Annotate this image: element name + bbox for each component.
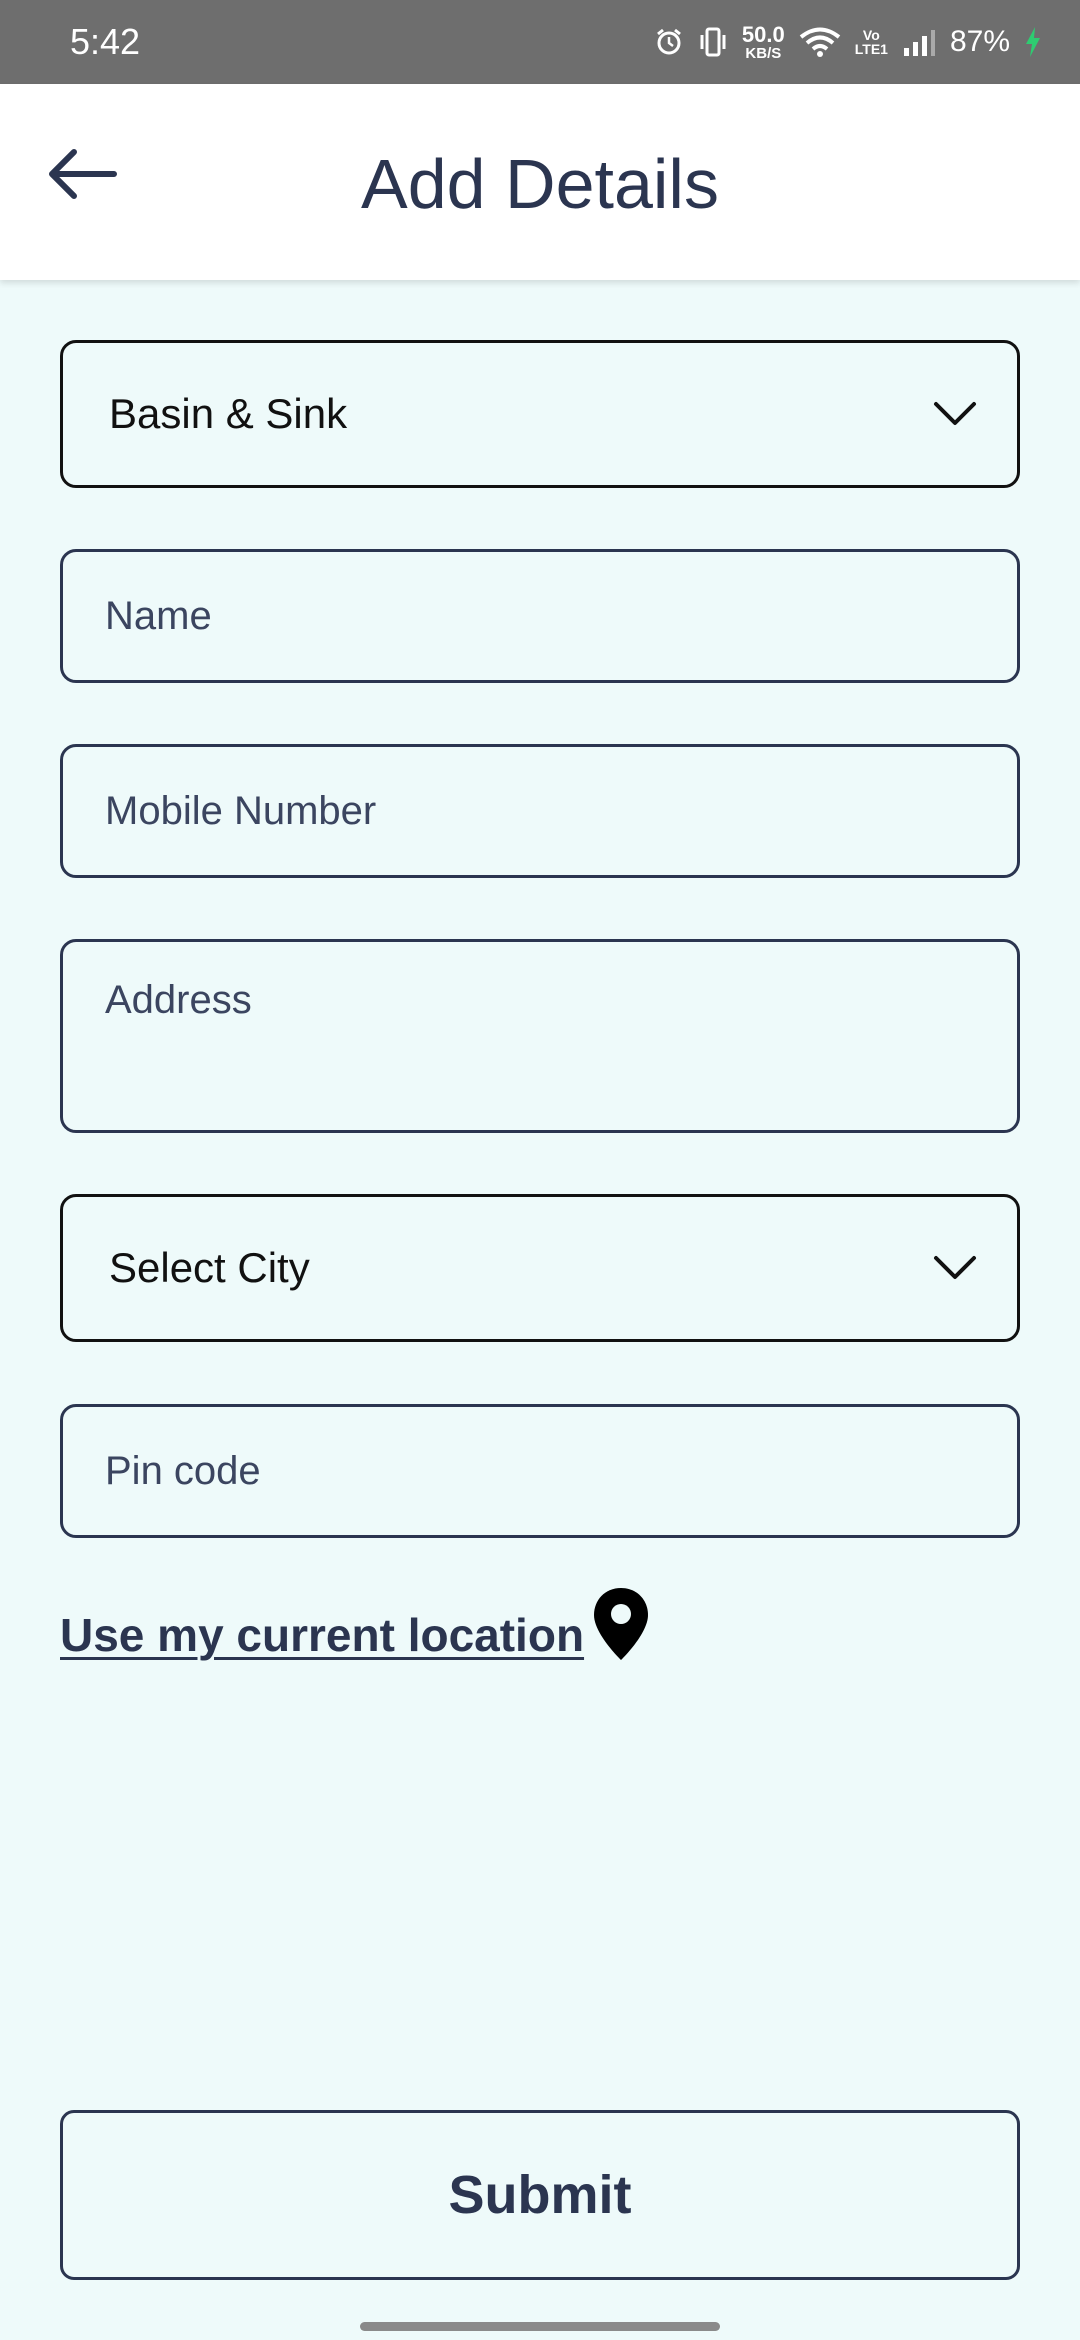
use-current-location-label: Use my current location bbox=[60, 1609, 585, 1661]
volte-indicator: Vo LTE1 bbox=[855, 28, 888, 56]
status-bar: 5:42 50.0 KB/S Vo LTE1 87% bbox=[0, 0, 1080, 84]
volte-top: Vo bbox=[862, 27, 880, 43]
map-pin-icon bbox=[594, 1588, 649, 1660]
submit-button[interactable]: Submit bbox=[60, 2110, 1020, 2280]
chevron-down-icon bbox=[934, 1256, 976, 1279]
wifi-icon bbox=[799, 27, 840, 57]
signal-icon bbox=[903, 30, 935, 56]
home-indicator[interactable] bbox=[360, 2322, 720, 2331]
mobile-field-container bbox=[60, 744, 1020, 878]
pincode-field-container bbox=[60, 1404, 1020, 1538]
status-time: 5:42 bbox=[70, 21, 141, 62]
network-speed-unit: KB/S bbox=[745, 44, 782, 62]
volte-bottom: LTE1 bbox=[854, 41, 888, 57]
name-field-container bbox=[60, 549, 1020, 683]
category-select[interactable]: Basin & Sink bbox=[60, 340, 1020, 488]
city-select-value: Select City bbox=[109, 1244, 310, 1291]
page-title: Add Details bbox=[361, 145, 719, 223]
battery-percent: 87% bbox=[949, 25, 1010, 58]
name-input[interactable] bbox=[63, 552, 1017, 680]
app-bar: Add Details bbox=[0, 84, 1080, 280]
address-input[interactable] bbox=[63, 942, 1017, 1130]
status-icons: 50.0 KB/S Vo LTE1 87% bbox=[654, 18, 1042, 66]
pincode-input[interactable] bbox=[63, 1407, 1017, 1535]
add-details-screen: 5:42 50.0 KB/S Vo LTE1 87% Add Details B… bbox=[0, 0, 1080, 2340]
address-field-container bbox=[60, 939, 1020, 1133]
battery-charging-icon bbox=[1026, 27, 1040, 57]
network-speed-value: 50.0 bbox=[741, 21, 785, 47]
chevron-down-icon bbox=[934, 402, 976, 425]
category-select-value: Basin & Sink bbox=[109, 390, 348, 437]
vibrate-icon bbox=[700, 27, 726, 57]
network-speed: 50.0 KB/S bbox=[741, 21, 785, 62]
city-select[interactable]: Select City bbox=[60, 1194, 1020, 1342]
mobile-number-input[interactable] bbox=[63, 747, 1017, 875]
alarm-icon bbox=[656, 28, 681, 55]
use-current-location-link[interactable]: Use my current location bbox=[60, 1586, 650, 1662]
